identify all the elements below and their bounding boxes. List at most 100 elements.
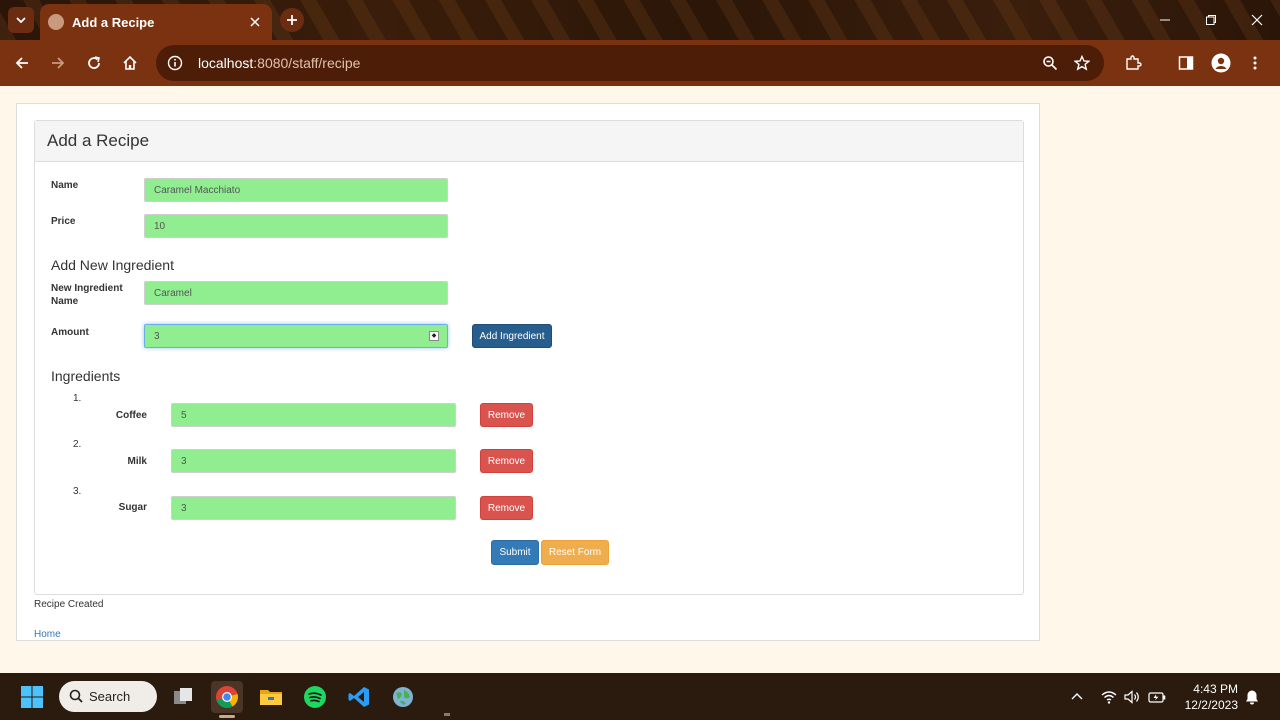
- browser-menu-button[interactable]: [1243, 51, 1267, 75]
- add-ingredient-button[interactable]: Add Ingredient: [472, 324, 552, 348]
- favicon-icon: [48, 14, 64, 30]
- search-label: Search: [89, 689, 131, 704]
- extensions-button[interactable]: [1121, 51, 1145, 75]
- vscode-icon: [348, 687, 369, 707]
- home-button[interactable]: [118, 51, 142, 75]
- status-message: Recipe Created: [34, 599, 104, 610]
- windows-start-icon: [21, 686, 43, 708]
- menu-icon: [1253, 56, 1257, 70]
- remove-ingredient-button[interactable]: Remove: [480, 496, 533, 520]
- bookmark-button[interactable]: [1070, 51, 1094, 75]
- volume-status[interactable]: [1122, 687, 1142, 707]
- clock-time: 4:43 PM: [1193, 682, 1238, 696]
- page-viewport: Add a Recipe Name Caramel Macchiato Pric…: [0, 87, 1280, 673]
- notification-icon: [1246, 690, 1258, 705]
- app-indicator: [444, 713, 450, 716]
- back-icon: [15, 57, 28, 69]
- reload-button[interactable]: [82, 51, 106, 75]
- globe-icon: [393, 687, 413, 707]
- ingredient-amount-input[interactable]: 3: [171, 496, 456, 520]
- tab-search-button[interactable]: [8, 7, 34, 33]
- ingredient-name: Sugar: [118, 502, 147, 513]
- taskbar-spotify[interactable]: [299, 681, 331, 713]
- tab-close-button[interactable]: [246, 13, 264, 31]
- new-ingredient-label: New Ingredient Name: [51, 283, 123, 307]
- active-app-indicator: [219, 715, 235, 718]
- notification-button[interactable]: [1243, 687, 1261, 707]
- remove-ingredient-button[interactable]: Remove: [480, 403, 533, 427]
- volume-icon: [1124, 690, 1139, 704]
- spinner-icon[interactable]: ◆: [429, 331, 439, 341]
- name-input[interactable]: Caramel Macchiato: [144, 178, 448, 202]
- tab-title: Add a Recipe: [72, 14, 155, 30]
- show-hidden-icons-button[interactable]: [1068, 687, 1086, 707]
- url-text: localhost:8080/staff/recipe: [198, 55, 361, 71]
- taskbar-clock[interactable]: 4:43 PM 12/2/2023: [1172, 681, 1238, 713]
- ingredient-index: 1.: [73, 393, 82, 404]
- windows-taskbar: Search 4:43 PM 12/2/2023: [0, 673, 1280, 720]
- wifi-status[interactable]: [1099, 687, 1119, 707]
- ingredient-amount-input[interactable]: 5: [171, 403, 456, 427]
- side-panel-icon: [1178, 56, 1194, 70]
- side-panel-button[interactable]: [1174, 51, 1198, 75]
- amount-label: Amount: [51, 327, 89, 338]
- address-bar[interactable]: localhost:8080/staff/recipe: [156, 45, 1104, 81]
- close-icon: [250, 17, 260, 27]
- ingredient-index: 3.: [73, 486, 82, 497]
- new-tab-button[interactable]: [280, 8, 304, 32]
- clock-date: 12/2/2023: [1184, 698, 1238, 712]
- chevron-down-icon: [16, 17, 26, 24]
- browser-tab[interactable]: Add a Recipe: [40, 4, 272, 40]
- taskbar-browser-app[interactable]: [387, 681, 419, 713]
- submit-button[interactable]: Submit: [491, 540, 539, 565]
- home-link[interactable]: Home: [34, 629, 61, 640]
- site-info-icon[interactable]: [166, 54, 184, 72]
- ingredient-name: Milk: [127, 456, 147, 467]
- wifi-icon: [1101, 691, 1117, 704]
- zoom-icon: [1043, 56, 1058, 71]
- taskbar-chrome[interactable]: [211, 681, 243, 713]
- start-button[interactable]: [16, 681, 48, 713]
- close-icon: [1251, 14, 1263, 26]
- home-icon: [123, 55, 137, 70]
- profile-icon: [1211, 53, 1231, 73]
- price-input[interactable]: 10: [144, 214, 448, 238]
- chrome-icon: [216, 686, 238, 708]
- amount-input[interactable]: 3 ◆: [144, 324, 448, 348]
- back-button[interactable]: [10, 51, 34, 75]
- ingredient-amount-input[interactable]: 3: [171, 449, 456, 473]
- minimize-icon: [1160, 19, 1170, 21]
- page-title: Add a Recipe: [47, 131, 150, 150]
- price-label: Price: [51, 216, 76, 227]
- restore-button[interactable]: [1188, 0, 1234, 40]
- zoom-button[interactable]: [1038, 51, 1062, 75]
- browser-titlebar: Add a Recipe: [0, 0, 1280, 40]
- taskbar-search[interactable]: Search: [59, 681, 157, 712]
- profile-button[interactable]: [1209, 51, 1233, 75]
- restore-icon: [1206, 15, 1216, 25]
- panel-heading: Add a Recipe: [35, 121, 1023, 162]
- star-icon: [1074, 55, 1090, 71]
- file-explorer-icon: [260, 690, 282, 705]
- name-label: Name: [51, 180, 79, 191]
- minimize-button[interactable]: [1142, 0, 1188, 40]
- battery-status[interactable]: [1146, 687, 1168, 707]
- taskbar-vscode[interactable]: [343, 681, 375, 713]
- reset-form-button[interactable]: Reset Form: [541, 540, 609, 565]
- ingredient-name: Coffee: [115, 410, 147, 421]
- ingredient-index: 2.: [73, 439, 82, 450]
- spotify-icon: [304, 686, 326, 708]
- search-icon: [69, 689, 83, 703]
- browser-toolbar: localhost:8080/staff/recipe: [0, 40, 1280, 86]
- task-view-icon: [174, 688, 192, 704]
- amount-value: 3: [154, 330, 160, 342]
- window-close-button[interactable]: [1234, 0, 1280, 40]
- battery-icon: [1148, 692, 1166, 703]
- remove-ingredient-button[interactable]: Remove: [480, 449, 533, 473]
- task-view-button[interactable]: [167, 681, 199, 713]
- taskbar-file-explorer[interactable]: [255, 681, 287, 713]
- forward-button[interactable]: [46, 51, 70, 75]
- reload-icon: [88, 56, 100, 69]
- new-ingredient-input[interactable]: Caramel: [144, 281, 448, 305]
- ingredients-heading: Ingredients: [51, 368, 121, 384]
